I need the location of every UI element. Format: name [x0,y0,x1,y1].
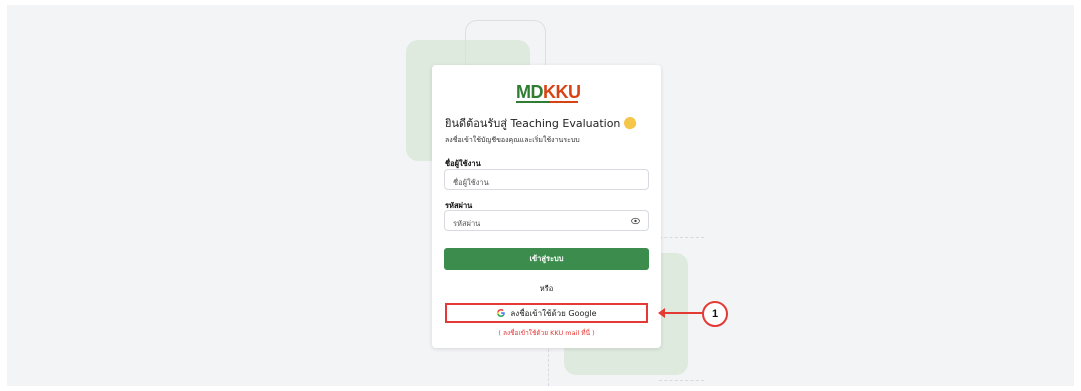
google-icon [497,309,506,317]
welcome-text: ยินดีต้อนรับสู่ Teaching Evaluation [445,117,621,130]
password-field-wrapper [444,210,649,233]
kku-mail-note: ( ลงชื่อเข้าใช้ด้วย KKU mail ที่นี่ ) [498,329,595,337]
decorative-dash [659,380,704,381]
logo-kku: KKU [543,82,581,102]
or-divider-text: หรือ [539,284,554,293]
logo-underline-accent [550,101,578,103]
login-subtitle: ลงชื่อเข้าใช้บัญชีของคุณและเริ่มใช้งานระ… [445,136,580,144]
login-card: MDKKU ยินดีต้อนรับสู่ Teaching Evaluatio… [432,65,661,348]
page-background: MDKKU ยินดีต้อนรับสู่ Teaching Evaluatio… [7,5,1074,386]
google-button-label: ลงชื่อเข้าใช้ด้วย Google [510,308,597,318]
username-field-wrapper [444,169,649,192]
decorative-dash [659,237,704,238]
login-button[interactable]: เข้าสู่ระบบ [444,248,649,270]
annotation-arrow-head [658,308,665,318]
password-input[interactable] [445,214,648,233]
welcome-heading: ยินดีต้อนรับสู่ Teaching Evaluation [445,115,650,131]
annotation-callout: 1 [702,301,728,327]
annotation-arrow-line [664,312,702,314]
eye-icon[interactable] [631,217,640,225]
logo-md: MD [516,82,544,102]
waving-hand-icon [622,115,639,131]
username-input[interactable] [445,173,648,192]
mdkku-logo: MDKKU [516,82,581,105]
google-signin-button[interactable]: ลงชื่อเข้าใช้ด้วย Google [445,303,648,323]
